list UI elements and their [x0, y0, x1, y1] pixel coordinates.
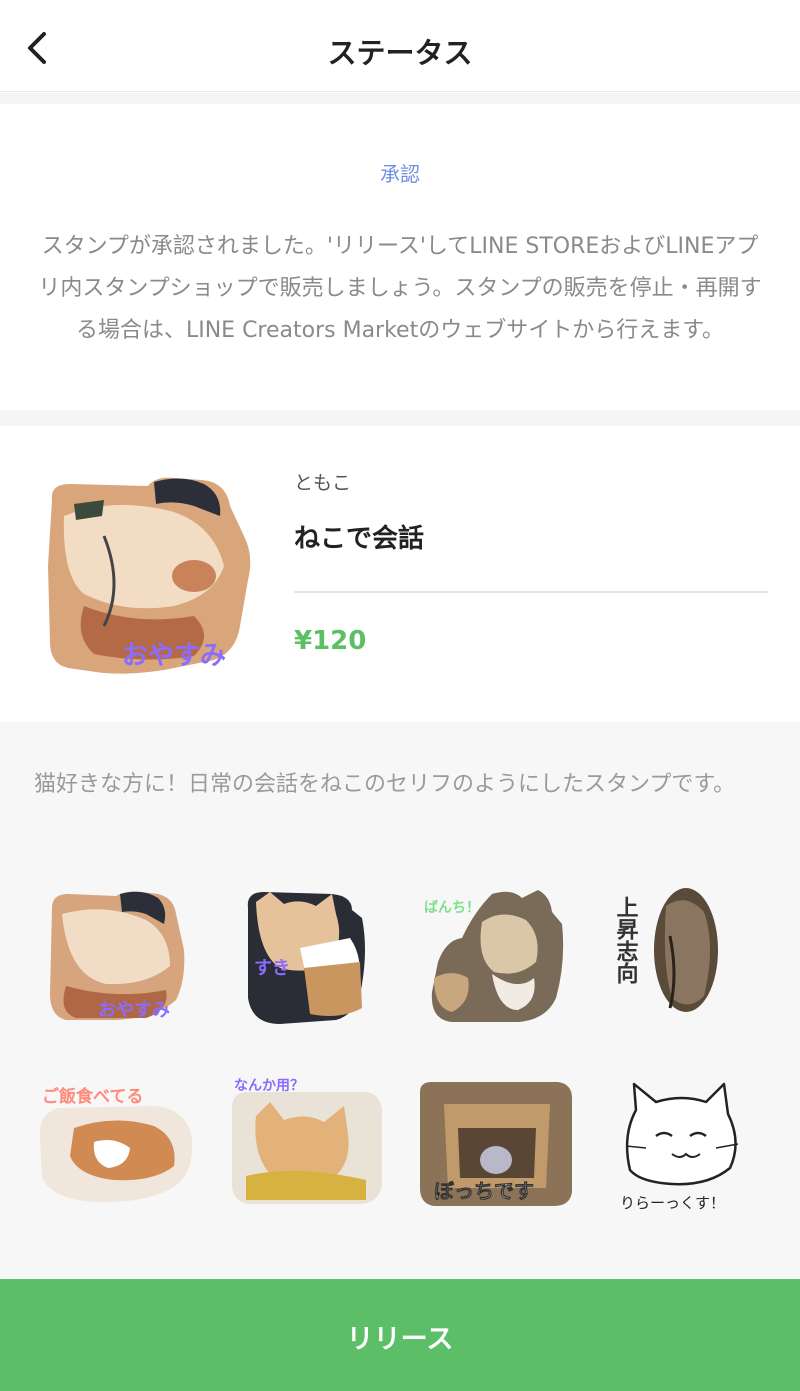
- sticker-item: なんか用？: [226, 1076, 386, 1210]
- sticker-item: ばんち！: [422, 882, 568, 1028]
- divider: [294, 591, 768, 593]
- sticker-item: ご飯食べてる: [34, 1078, 196, 1208]
- section-gap: [0, 410, 800, 426]
- sticker-item: すき: [240, 888, 370, 1028]
- thumbnail-caption: おやすみ: [122, 640, 226, 670]
- release-button-label: リリース: [346, 1324, 454, 1355]
- section-gap: [0, 93, 800, 104]
- sticker-item: おやすみ: [46, 890, 186, 1024]
- creator-name: ともこ: [294, 472, 352, 494]
- sticker-item: ぼっちです: [416, 1078, 576, 1210]
- sticker-caption: ばんち！: [424, 899, 480, 915]
- sticker-caption: ぼっちです: [434, 1180, 534, 1203]
- release-button[interactable]: リリース: [0, 1279, 800, 1391]
- status-badge: 承認: [380, 162, 420, 186]
- description-section: 猫好きな方に！日常の会話をねこのセリフのようにしたスタンプです。 おやすみ すき…: [0, 722, 800, 1279]
- sticker-caption: りらーっくす！: [620, 1195, 725, 1212]
- page-title: ステータス: [327, 36, 473, 70]
- status-section: 承認 スタンプが承認されました。'リリース'してLINE STOREおよびLIN…: [0, 104, 800, 410]
- sticker-caption: 上昇志向: [614, 896, 639, 985]
- sticker-item: りらーっくす！: [612, 1080, 752, 1212]
- sticker-caption: ご飯食べてる: [42, 1086, 143, 1106]
- price-label: ¥120: [294, 626, 367, 656]
- header-bar: ステータス: [0, 0, 800, 92]
- sticker-item: 上昇志向: [608, 886, 728, 1022]
- status-message: スタンプが承認されました。'リリース'してLINE STOREおよびLINEアプ…: [38, 234, 762, 343]
- sticker-description: 猫好きな方に！日常の会話をねこのセリフのようにしたスタンプです。: [34, 772, 736, 797]
- sticker-caption: すき: [254, 958, 290, 978]
- product-thumbnail: おやすみ: [44, 476, 254, 676]
- product-title: ねこで会話: [294, 524, 425, 554]
- sticker-caption: おやすみ: [98, 1000, 170, 1020]
- product-summary: おやすみ ともこ ねこで会話 ¥120: [0, 426, 800, 722]
- sticker-caption: なんか用？: [234, 1077, 304, 1093]
